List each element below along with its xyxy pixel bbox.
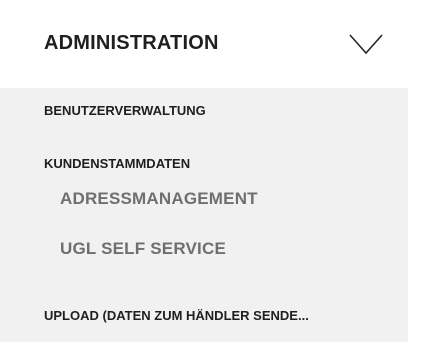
chevron-down-icon[interactable] xyxy=(348,32,384,56)
administration-header[interactable]: ADMINISTRATION xyxy=(0,0,408,88)
menu-item-kundenstammdaten[interactable]: KUNDENSTAMMDATEN xyxy=(44,156,190,171)
submenu-item-ugl-self-service[interactable]: UGL SELF SERVICE xyxy=(60,239,226,259)
menu-title: ADMINISTRATION xyxy=(44,32,219,54)
submenu-item-adressmanagement[interactable]: ADRESSMANAGEMENT xyxy=(60,189,258,209)
menu-item-benutzerverwaltung[interactable]: BENUTZERVERWALTUNG xyxy=(44,103,206,118)
administration-menu: ADMINISTRATION BENUTZERVERWALTUNG KUNDEN… xyxy=(0,0,408,342)
menu-item-upload[interactable]: UPLOAD (DATEN ZUM HÄNDLER SENDE... xyxy=(44,308,309,323)
